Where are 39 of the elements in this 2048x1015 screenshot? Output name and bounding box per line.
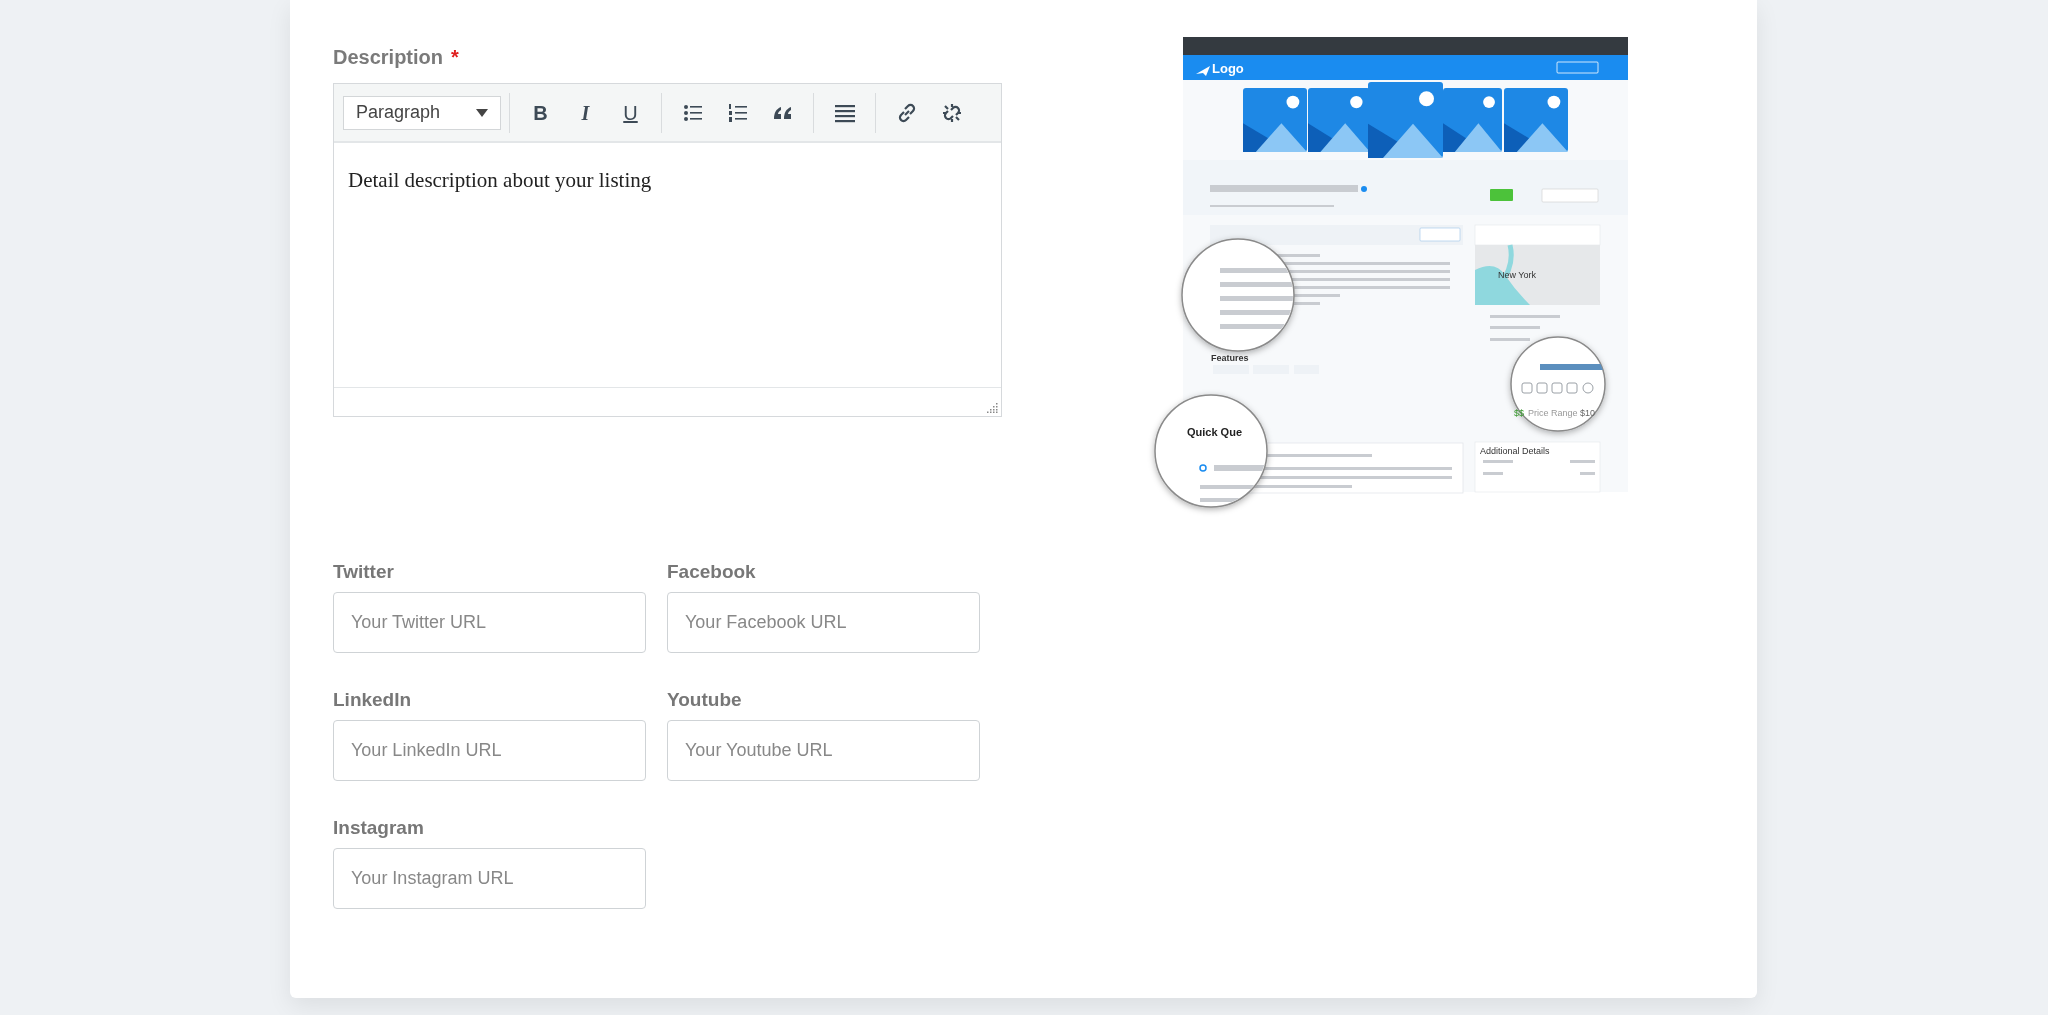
url-input-field[interactable]: Your Youtube URL <box>667 720 980 781</box>
image-placeholder-icon <box>1368 82 1443 158</box>
editor-text[interactable]: Detail description about your listing <box>334 143 1001 387</box>
questions-heading: Quick Que <box>1187 426 1243 438</box>
image-placeholder-icon <box>1443 88 1502 152</box>
image-placeholder-icon <box>1504 88 1568 152</box>
bold-button[interactable]: B <box>521 95 560 130</box>
numbered-list-icon <box>726 101 749 124</box>
field-label: LinkedIn <box>333 688 413 712</box>
italic-button[interactable]: I <box>566 95 605 130</box>
question-icon <box>1199 464 1207 472</box>
url-input-field[interactable]: Your Facebook URL <box>667 592 980 653</box>
resize-handle-icon[interactable] <box>986 401 998 413</box>
features-heading: Features <box>1211 353 1249 363</box>
map-label: New York <box>1498 270 1537 280</box>
broken-link-icon <box>940 101 963 124</box>
required-mark: * <box>451 45 459 70</box>
link-bar <box>1540 364 1605 370</box>
format-dropdown[interactable]: Paragraph <box>343 95 501 130</box>
price-value: $10 <box>1580 408 1596 418</box>
caret-icon <box>476 108 488 117</box>
field-label: Youtube <box>667 688 743 712</box>
field-label: Twitter <box>333 560 395 584</box>
field-label: Instagram <box>333 816 425 840</box>
url-input-field[interactable]: Your Twitter URL <box>333 592 646 653</box>
image-placeholder-icon <box>1243 88 1307 152</box>
underline-button[interactable]: U <box>611 95 650 130</box>
url-input-field[interactable]: Your Instagram URL <box>333 848 646 909</box>
details-heading: Additional Details <box>1480 446 1550 456</box>
price-label: Price Range <box>1528 408 1578 418</box>
rating-badge <box>1490 189 1513 201</box>
field-label: Description <box>333 45 444 70</box>
url-input-field[interactable]: Your LinkedIn URL <box>333 720 646 781</box>
verified-icon <box>1361 186 1367 192</box>
logo-text: Logo <box>1212 61 1244 76</box>
paper-plane-icon <box>1196 66 1210 76</box>
field-label: Facebook <box>667 560 757 584</box>
price-symbol: $$ <box>1514 408 1524 418</box>
image-placeholder-icon <box>1308 88 1370 152</box>
